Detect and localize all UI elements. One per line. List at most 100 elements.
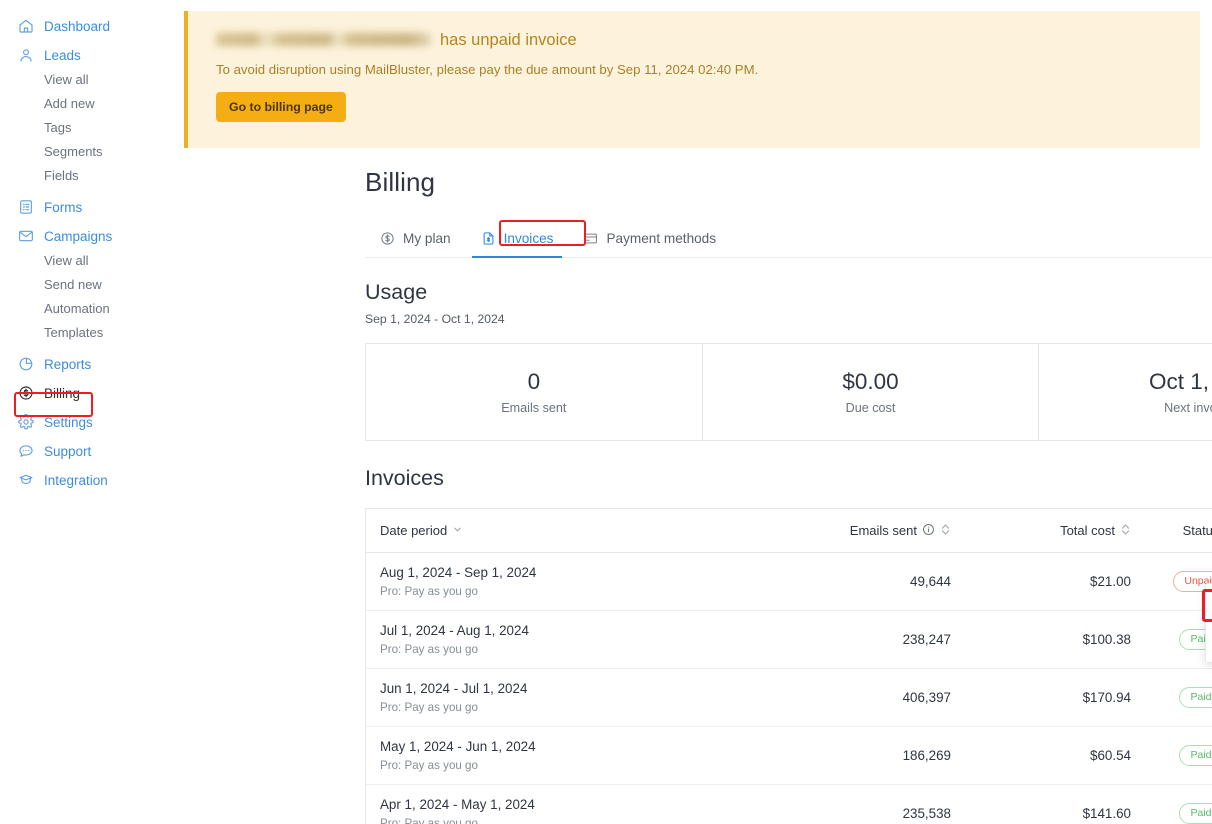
- dropdown-inner: Pay invoice Download invoice: [1206, 589, 1212, 657]
- column-header-total-cost[interactable]: Total cost: [951, 523, 1131, 539]
- invoice-plan: Pro: Pay as you go: [380, 643, 736, 656]
- column-header-date-period[interactable]: Date period: [366, 523, 736, 538]
- sidebar-item-dashboard[interactable]: Dashboard: [0, 14, 180, 38]
- sidebar-item-label: Campaigns: [44, 229, 112, 244]
- chevron-down-icon[interactable]: [452, 523, 463, 538]
- invoice-period: Jul 1, 2024 - Aug 1, 2024: [380, 623, 736, 640]
- cell-total-cost: $60.54: [951, 748, 1131, 763]
- sidebar: Dashboard Leads View all Add new Tags Se…: [0, 0, 180, 824]
- go-to-billing-page-button[interactable]: Go to billing page: [216, 92, 346, 122]
- redacted-company-name: [216, 33, 431, 46]
- cell-emails-sent: 49,644: [736, 574, 951, 589]
- status-badge: Paid: [1179, 803, 1212, 824]
- invoice-doc-icon: [481, 231, 496, 246]
- column-label: Date period: [380, 523, 447, 538]
- chat-icon: [18, 443, 34, 459]
- page-title: Billing: [365, 167, 1212, 198]
- sidebar-item-label: Reports: [44, 357, 91, 372]
- tab-payment-methods[interactable]: Payment methods: [568, 231, 731, 257]
- sidebar-item-leads-segments[interactable]: Segments: [0, 139, 180, 163]
- user-icon: [18, 47, 34, 63]
- tab-label: Invoices: [504, 231, 554, 246]
- info-icon[interactable]: [922, 523, 935, 539]
- sidebar-subitem-label: Fields: [44, 168, 79, 183]
- sidebar-item-reports[interactable]: Reports: [0, 352, 180, 376]
- tab-my-plan[interactable]: My plan: [365, 231, 466, 257]
- chart-icon: [18, 356, 34, 372]
- cell-status: Paid: [1131, 803, 1212, 824]
- cell-emails-sent: 186,269: [736, 748, 951, 763]
- sidebar-item-leads-view-all[interactable]: View all: [0, 67, 180, 91]
- sidebar-item-label: Settings: [44, 415, 93, 430]
- sidebar-subitem-label: Templates: [44, 325, 103, 340]
- table-row[interactable]: May 1, 2024 - Jun 1, 2024 Pro: Pay as yo…: [366, 727, 1212, 785]
- cell-total-cost: $141.60: [951, 806, 1131, 821]
- usage-card-label: Due cost: [846, 401, 896, 415]
- sidebar-item-campaigns-templates[interactable]: Templates: [0, 320, 180, 344]
- sidebar-subitem-label: Add new: [44, 96, 95, 111]
- sort-icon[interactable]: [1120, 523, 1131, 539]
- cell-date-period: Jun 1, 2024 - Jul 1, 2024 Pro: Pay as yo…: [366, 681, 736, 714]
- sort-icon[interactable]: [940, 523, 951, 539]
- sidebar-item-label: Billing: [44, 386, 80, 401]
- sidebar-subitem-label: View all: [44, 253, 89, 268]
- cell-total-cost: $100.38: [951, 632, 1131, 647]
- cell-date-period: May 1, 2024 - Jun 1, 2024 Pro: Pay as yo…: [366, 739, 736, 772]
- status-badge: Paid: [1179, 745, 1212, 766]
- home-icon: [18, 18, 34, 34]
- usage-card-label: Next invoice on: [1164, 401, 1212, 415]
- table-row[interactable]: Jun 1, 2024 - Jul 1, 2024 Pro: Pay as yo…: [366, 669, 1212, 727]
- sidebar-item-leads-tags[interactable]: Tags: [0, 115, 180, 139]
- tab-label: My plan: [403, 231, 451, 246]
- table-row[interactable]: Apr 1, 2024 - May 1, 2024 Pro: Pay as yo…: [366, 785, 1212, 824]
- invoice-period: Aug 1, 2024 - Sep 1, 2024: [380, 565, 736, 582]
- sidebar-subitem-label: Send new: [44, 277, 102, 292]
- usage-card-emails-sent: 0 Emails sent: [366, 344, 703, 440]
- main-content: has unpaid invoice To avoid disruption u…: [180, 0, 1212, 824]
- table-row[interactable]: Aug 1, 2024 - Sep 1, 2024 Pro: Pay as yo…: [366, 553, 1212, 611]
- menu-item-pay-invoice[interactable]: Pay invoice: [1206, 589, 1212, 623]
- menu-item-download-invoice[interactable]: Download invoice: [1206, 623, 1212, 657]
- sidebar-item-leads-fields[interactable]: Fields: [0, 163, 180, 187]
- usage-card-value: 0: [528, 369, 541, 395]
- billing-tabs: My plan Invoices Payment methods: [365, 222, 1212, 258]
- sidebar-item-campaigns[interactable]: Campaigns: [0, 224, 180, 248]
- sidebar-item-leads-add-new[interactable]: Add new: [0, 91, 180, 115]
- cell-status: Paid: [1131, 687, 1212, 708]
- tab-invoices[interactable]: Invoices: [466, 231, 569, 257]
- table-row[interactable]: Jul 1, 2024 - Aug 1, 2024 Pro: Pay as yo…: [366, 611, 1212, 669]
- sidebar-item-campaigns-view-all[interactable]: View all: [0, 248, 180, 272]
- usage-card-next-invoice: Oct 1, 2024 Next invoice on: [1039, 344, 1212, 440]
- status-badge: Paid: [1179, 687, 1212, 708]
- cell-date-period: Apr 1, 2024 - May 1, 2024 Pro: Pay as yo…: [366, 797, 736, 824]
- sidebar-item-label: Support: [44, 444, 91, 459]
- gear-icon: [18, 414, 34, 430]
- unpaid-invoice-banner: has unpaid invoice To avoid disruption u…: [184, 11, 1200, 148]
- invoice-plan: Pro: Pay as you go: [380, 817, 736, 824]
- invoice-plan: Pro: Pay as you go: [380, 759, 736, 772]
- banner-message: To avoid disruption using MailBluster, p…: [216, 62, 1176, 77]
- column-header-status: Status: [1131, 523, 1212, 538]
- sidebar-item-billing[interactable]: Billing: [0, 381, 180, 405]
- sidebar-item-integration[interactable]: Integration: [0, 468, 180, 492]
- envelope-icon: [18, 228, 34, 244]
- invoice-period: Jun 1, 2024 - Jul 1, 2024: [380, 681, 736, 698]
- sidebar-item-settings[interactable]: Settings: [0, 410, 180, 434]
- invoices-table: Date period Emails sent Total cost: [365, 508, 1212, 824]
- usage-card-value: Oct 1, 2024: [1149, 369, 1212, 395]
- sidebar-subitem-label: Tags: [44, 120, 71, 135]
- usage-cards: 0 Emails sent $0.00 Due cost Oct 1, 2024…: [365, 343, 1212, 441]
- column-label: Status: [1183, 523, 1212, 538]
- invoice-plan: Pro: Pay as you go: [380, 701, 736, 714]
- usage-heading: Usage: [365, 280, 1212, 305]
- sidebar-item-campaigns-automation[interactable]: Automation: [0, 296, 180, 320]
- sidebar-item-support[interactable]: Support: [0, 439, 180, 463]
- cell-date-period: Aug 1, 2024 - Sep 1, 2024 Pro: Pay as yo…: [366, 565, 736, 598]
- sidebar-item-forms[interactable]: Forms: [0, 195, 180, 219]
- sidebar-item-leads[interactable]: Leads: [0, 43, 180, 67]
- sidebar-item-campaigns-send-new[interactable]: Send new: [0, 272, 180, 296]
- column-header-emails-sent[interactable]: Emails sent: [736, 523, 951, 539]
- usage-card-label: Emails sent: [501, 401, 566, 415]
- usage-card-value: $0.00: [842, 369, 898, 395]
- usage-date-range: Sep 1, 2024 - Oct 1, 2024: [365, 312, 1212, 326]
